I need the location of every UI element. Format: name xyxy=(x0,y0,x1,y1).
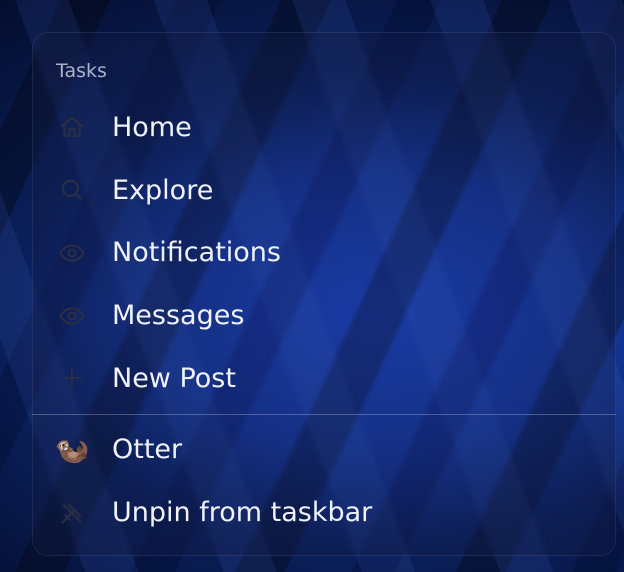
task-item-label: Explore xyxy=(112,175,213,206)
task-item-explore[interactable]: Explore xyxy=(32,159,616,222)
menu-divider xyxy=(32,414,616,415)
task-item-label: Notifications xyxy=(112,237,281,268)
app-item-label: Otter xyxy=(112,434,182,465)
task-item-messages[interactable]: Messages xyxy=(32,284,616,347)
app-item-otter[interactable]: 🦦 Otter xyxy=(32,419,616,482)
section-title-tasks: Tasks xyxy=(32,54,616,96)
search-icon xyxy=(56,174,88,206)
jump-list-menu: Tasks Home Explore Notifications Message… xyxy=(32,32,616,556)
task-item-label: Messages xyxy=(112,300,244,331)
plus-icon xyxy=(56,362,88,394)
home-icon xyxy=(56,111,88,143)
unpin-item[interactable]: Unpin from taskbar xyxy=(32,481,616,544)
task-item-label: Home xyxy=(112,112,192,143)
task-item-home[interactable]: Home xyxy=(32,96,616,159)
task-item-notifications[interactable]: Notifications xyxy=(32,221,616,284)
task-item-label: New Post xyxy=(112,363,236,394)
unpin-icon xyxy=(56,497,88,529)
task-item-new-post[interactable]: New Post xyxy=(32,347,616,410)
eye-icon xyxy=(56,300,88,332)
otter-icon: 🦦 xyxy=(56,434,88,466)
unpin-label: Unpin from taskbar xyxy=(112,497,372,528)
eye-icon xyxy=(56,237,88,269)
